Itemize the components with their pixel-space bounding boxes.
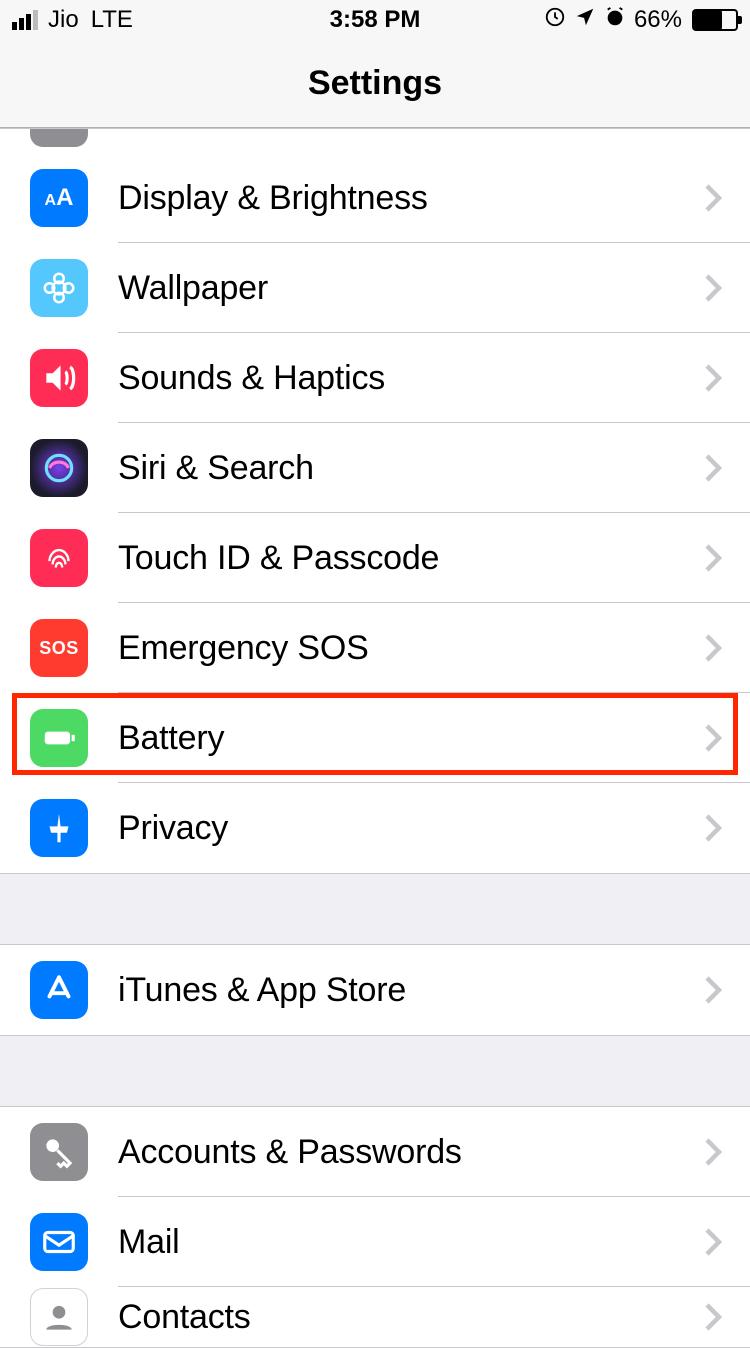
status-bar-right: 66% — [544, 6, 738, 35]
row-label: Privacy — [118, 809, 704, 848]
carrier-label: Jio — [48, 6, 79, 34]
settings-row-sos[interactable]: SOS Emergency SOS — [0, 603, 750, 693]
settings-row-itunes[interactable]: iTunes & App Store — [0, 945, 750, 1035]
orientation-lock-icon — [544, 6, 566, 35]
row-label: Contacts — [118, 1298, 704, 1337]
row-label: Mail — [118, 1223, 704, 1262]
settings-row-partial[interactable] — [0, 129, 750, 153]
chevron-right-icon — [704, 1137, 722, 1167]
chevron-right-icon — [704, 453, 722, 483]
siri-icon — [30, 439, 88, 497]
appstore-icon — [30, 961, 88, 1019]
settings-row-privacy[interactable]: Privacy — [0, 783, 750, 873]
settings-content: AA Display & Brightness Wallpaper Sounds… — [0, 128, 750, 1348]
row-label: Accounts & Passwords — [118, 1133, 704, 1172]
location-icon — [574, 6, 596, 35]
row-label: Sounds & Haptics — [118, 359, 704, 398]
row-label: Battery — [118, 719, 704, 758]
nav-header: Settings — [0, 40, 750, 128]
clock-label: 3:58 PM — [330, 6, 421, 34]
settings-group-2: iTunes & App Store — [0, 944, 750, 1036]
settings-row-accounts[interactable]: Accounts & Passwords — [0, 1107, 750, 1197]
battery-icon — [30, 709, 88, 767]
row-label: Touch ID & Passcode — [118, 539, 704, 578]
row-label: iTunes & App Store — [118, 971, 704, 1010]
settings-row-sounds[interactable]: Sounds & Haptics — [0, 333, 750, 423]
chevron-right-icon — [704, 813, 722, 843]
signal-bars-icon — [12, 10, 38, 30]
row-label: Display & Brightness — [118, 179, 704, 218]
chevron-right-icon — [704, 723, 722, 753]
settings-row-battery[interactable]: Battery — [0, 693, 750, 783]
settings-group-3: Accounts & Passwords Mail Contacts — [0, 1106, 750, 1348]
chevron-right-icon — [704, 183, 722, 213]
chevron-right-icon — [704, 1227, 722, 1257]
settings-row-touchid[interactable]: Touch ID & Passcode — [0, 513, 750, 603]
settings-row-mail[interactable]: Mail — [0, 1197, 750, 1287]
row-label: Emergency SOS — [118, 629, 704, 668]
settings-row-contacts[interactable]: Contacts — [0, 1287, 750, 1347]
privacy-icon — [30, 799, 88, 857]
row-label: Siri & Search — [118, 449, 704, 488]
page-title: Settings — [308, 64, 442, 103]
settings-group-1: AA Display & Brightness Wallpaper Sounds… — [0, 128, 750, 874]
alarm-icon — [604, 6, 626, 35]
sounds-icon — [30, 349, 88, 407]
settings-row-display[interactable]: AA Display & Brightness — [0, 153, 750, 243]
touchid-icon — [30, 529, 88, 587]
chevron-right-icon — [704, 543, 722, 573]
contacts-icon — [30, 1288, 88, 1346]
network-label: LTE — [91, 6, 133, 34]
status-bar: Jio LTE 3:58 PM 66% — [0, 0, 750, 40]
chevron-right-icon — [704, 363, 722, 393]
display-brightness-icon: AA — [30, 169, 88, 227]
partial-icon — [30, 129, 88, 147]
battery-icon — [692, 9, 738, 31]
key-icon — [30, 1123, 88, 1181]
settings-row-wallpaper[interactable]: Wallpaper — [0, 243, 750, 333]
settings-row-siri[interactable]: Siri & Search — [0, 423, 750, 513]
mail-icon — [30, 1213, 88, 1271]
status-bar-left: Jio LTE — [12, 6, 133, 34]
chevron-right-icon — [704, 633, 722, 663]
sos-icon: SOS — [30, 619, 88, 677]
battery-percent-label: 66% — [634, 6, 682, 34]
chevron-right-icon — [704, 975, 722, 1005]
wallpaper-icon — [30, 259, 88, 317]
row-label: Wallpaper — [118, 269, 704, 308]
chevron-right-icon — [704, 273, 722, 303]
chevron-right-icon — [704, 1302, 722, 1332]
